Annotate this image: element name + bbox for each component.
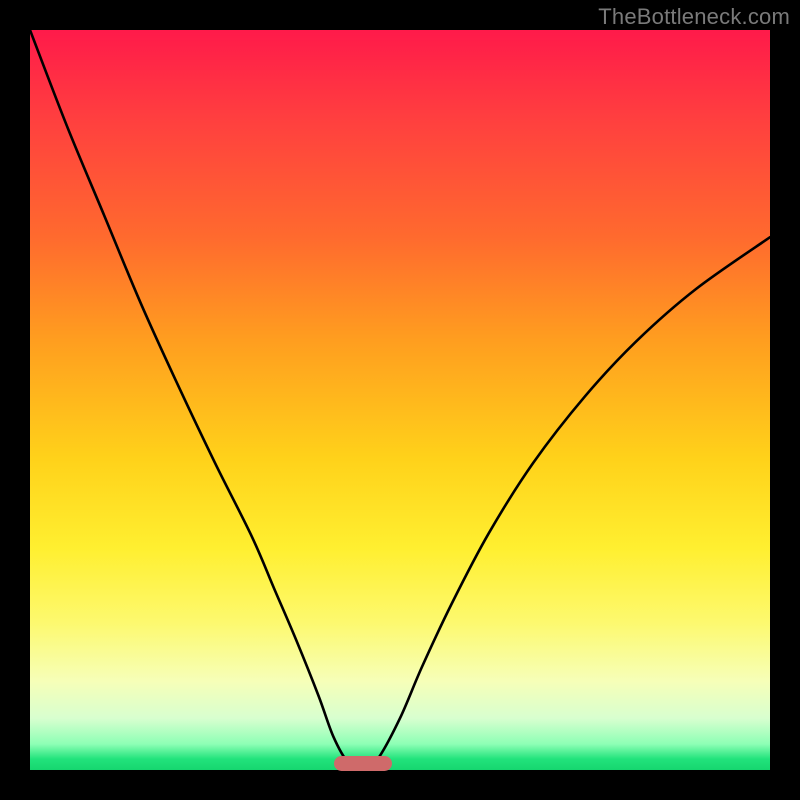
chart-frame: TheBottleneck.com — [0, 0, 800, 800]
curve-layer — [30, 30, 770, 770]
optimum-marker — [334, 756, 392, 771]
plot-area — [30, 30, 770, 770]
watermark-text: TheBottleneck.com — [598, 4, 790, 30]
bottleneck-curve — [30, 30, 770, 770]
